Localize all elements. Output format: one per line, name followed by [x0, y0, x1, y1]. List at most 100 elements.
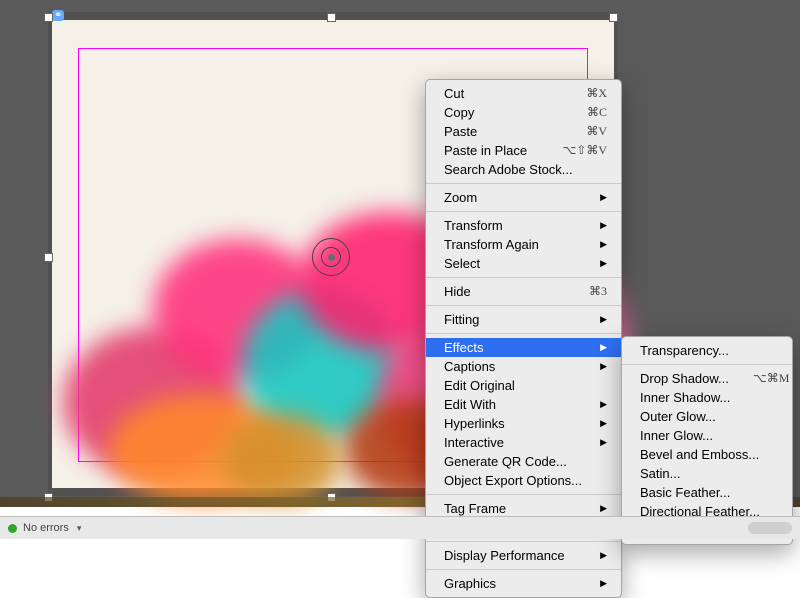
menu-item-shortcut: ⌘C — [587, 105, 607, 120]
selection-handle[interactable] — [327, 13, 336, 22]
menu-item[interactable]: Interactive ▶ — [426, 433, 621, 452]
submenu-arrow-icon: ▶ — [600, 399, 607, 410]
menu-item[interactable]: Captions ▶ — [426, 357, 621, 376]
selection-handle[interactable] — [44, 253, 53, 262]
menu-item[interactable]: Hyperlinks ▶ — [426, 414, 621, 433]
menu-item-shortcut: ⌘V — [586, 124, 607, 139]
menu-item-shortcut: ⌘X — [586, 86, 607, 101]
menu-item[interactable]: Inner Glow... — [622, 426, 792, 445]
menu-item-label: Paste in Place — [444, 143, 538, 158]
status-bar: No errors ▾ — [0, 516, 800, 539]
menu-separator — [622, 364, 792, 365]
menu-item[interactable]: Bevel and Emboss... — [622, 445, 792, 464]
menu-item[interactable]: Effects ▶ — [426, 338, 621, 357]
menu-item-label: Hide — [444, 284, 565, 299]
menu-separator — [426, 569, 621, 570]
menu-item-label: Select — [444, 256, 576, 271]
submenu-arrow-icon: ▶ — [600, 578, 607, 589]
menu-item-label: Transform — [444, 218, 576, 233]
menu-separator — [426, 494, 621, 495]
submenu-arrow-icon: ▶ — [600, 503, 607, 514]
menu-separator — [426, 211, 621, 212]
menu-item-label: Paste — [444, 124, 562, 139]
menu-item[interactable]: Search Adobe Stock... — [426, 160, 621, 179]
menu-item-label: Captions — [444, 359, 576, 374]
menu-item-label: Hyperlinks — [444, 416, 576, 431]
menu-item[interactable]: Paste ⌘V — [426, 122, 621, 141]
submenu-arrow-icon: ▶ — [600, 342, 607, 353]
link-badge-icon[interactable]: ⚭ — [52, 10, 64, 21]
menu-item[interactable]: Edit With ▶ — [426, 395, 621, 414]
menu-item[interactable]: Transform ▶ — [426, 216, 621, 235]
menu-item[interactable]: Satin... — [622, 464, 792, 483]
menu-item-label: Bevel and Emboss... — [640, 447, 778, 462]
status-ok-icon — [8, 524, 17, 533]
menu-separator — [426, 333, 621, 334]
selection-handle[interactable] — [609, 13, 618, 22]
menu-item-label: Zoom — [444, 190, 576, 205]
menu-separator — [426, 183, 621, 184]
submenu-arrow-icon: ▶ — [600, 220, 607, 231]
menu-item-label: Inner Glow... — [640, 428, 778, 443]
menu-item-label: Effects — [444, 340, 576, 355]
submenu-arrow-icon: ▶ — [600, 239, 607, 250]
menu-item-label: Satin... — [640, 466, 778, 481]
menu-item-label: Fitting — [444, 312, 576, 327]
chevron-down-icon[interactable]: ▾ — [77, 523, 82, 534]
menu-item[interactable]: Drop Shadow... ⌥⌘M — [622, 369, 792, 388]
content-grabber-ring — [321, 247, 341, 267]
menu-item[interactable]: Graphics ▶ — [426, 574, 621, 593]
horizontal-scrollbar[interactable] — [748, 522, 792, 534]
submenu-arrow-icon: ▶ — [600, 437, 607, 448]
menu-separator — [426, 277, 621, 278]
menu-item-label: Generate QR Code... — [444, 454, 607, 469]
menu-item-label: Display Performance — [444, 548, 576, 563]
selection-handle[interactable] — [44, 13, 53, 22]
menu-item[interactable]: Inner Shadow... — [622, 388, 792, 407]
submenu-arrow-icon: ▶ — [600, 550, 607, 561]
menu-item[interactable]: Cut⌘X — [426, 84, 621, 103]
effects-submenu[interactable]: Transparency... Drop Shadow... ⌥⌘M Inner Sh… — [621, 336, 793, 545]
menu-item[interactable]: Paste in Place ⌥⇧⌘V — [426, 141, 621, 160]
menu-item[interactable]: Outer Glow... — [622, 407, 792, 426]
menu-item-label: Transform Again — [444, 237, 576, 252]
menu-item-label: Copy — [444, 105, 563, 120]
menu-item[interactable]: Edit Original — [426, 376, 621, 395]
menu-separator — [426, 541, 621, 542]
menu-item-label: Edit Original — [444, 378, 607, 393]
menu-item-shortcut: ⌥⌘M — [753, 371, 790, 386]
menu-item[interactable]: Transparency... — [622, 341, 792, 360]
submenu-arrow-icon: ▶ — [600, 192, 607, 203]
submenu-arrow-icon: ▶ — [600, 418, 607, 429]
menu-item-label: Graphics — [444, 576, 576, 591]
menu-item-label: Drop Shadow... — [640, 371, 729, 386]
menu-item[interactable]: Select ▶ — [426, 254, 621, 273]
menu-item-label: Transparency... — [640, 343, 778, 358]
menu-item[interactable]: Display Performance ▶ — [426, 546, 621, 565]
status-errors-label[interactable]: No errors — [23, 522, 69, 534]
menu-item-shortcut: ⌥⇧⌘V — [562, 143, 607, 158]
submenu-arrow-icon: ▶ — [600, 361, 607, 372]
menu-item-label: Search Adobe Stock... — [444, 162, 607, 177]
menu-separator — [426, 305, 621, 306]
menu-item-label: Edit With — [444, 397, 576, 412]
menu-item[interactable]: Zoom ▶ — [426, 188, 621, 207]
menu-item[interactable]: Hide ⌘3 — [426, 282, 621, 301]
menu-item-label: Interactive — [444, 435, 576, 450]
menu-item[interactable]: Generate QR Code... — [426, 452, 621, 471]
menu-item[interactable]: Object Export Options... — [426, 471, 621, 490]
menu-item[interactable]: Fitting ▶ — [426, 310, 621, 329]
menu-item-label: Basic Feather... — [640, 485, 778, 500]
menu-item[interactable]: Basic Feather... — [622, 483, 792, 502]
menu-item[interactable]: Copy ⌘C — [426, 103, 621, 122]
submenu-arrow-icon: ▶ — [600, 258, 607, 269]
submenu-arrow-icon: ▶ — [600, 314, 607, 325]
menu-item-shortcut: ⌘3 — [589, 284, 607, 299]
menu-item-label: Object Export Options... — [444, 473, 607, 488]
menu-item-label: Outer Glow... — [640, 409, 778, 424]
content-grabber-dot — [328, 254, 335, 261]
menu-item-label: Inner Shadow... — [640, 390, 778, 405]
menu-item-label: Tag Frame — [444, 501, 576, 516]
menu-item[interactable]: Transform Again ▶ — [426, 235, 621, 254]
content-grabber[interactable] — [312, 238, 350, 276]
